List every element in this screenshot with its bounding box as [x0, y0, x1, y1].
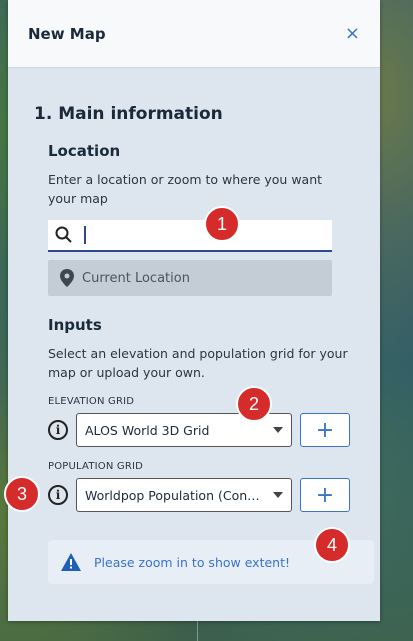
annotation-badge-3: 3	[4, 476, 40, 512]
panel-title: New Map	[28, 24, 106, 43]
elevation-info-icon[interactable]: i	[48, 420, 68, 440]
elevation-grid-label: ELEVATION GRID	[48, 396, 135, 407]
current-location-label: Current Location	[82, 270, 190, 286]
inputs-title: Inputs	[48, 316, 102, 334]
location-description: Enter a location or zoom to where you wa…	[48, 172, 323, 206]
population-grid-label: POPULATION GRID	[48, 461, 144, 472]
add-elevation-button[interactable]: +	[300, 413, 350, 447]
section-title: 1. Main information	[34, 104, 223, 124]
add-population-button[interactable]: +	[300, 478, 350, 512]
annotation-badge-1: 1	[204, 206, 240, 242]
zoom-notice-text: Please zoom in to show extent!	[94, 554, 291, 570]
elevation-grid-value: ALOS World 3D Grid	[85, 422, 210, 438]
population-info-icon[interactable]: i	[48, 485, 68, 505]
population-grid-value: Worldpop Population (Constrained)	[85, 487, 265, 503]
current-location-button[interactable]: Current Location	[48, 260, 332, 296]
panel-header: New Map ×	[8, 0, 380, 68]
location-pin-icon	[60, 269, 74, 287]
dropdown-arrow-icon	[273, 427, 283, 433]
close-button[interactable]: ×	[345, 23, 360, 44]
annotation-badge-4: 4	[314, 527, 350, 563]
warning-icon	[60, 552, 82, 572]
dropdown-arrow-icon	[273, 492, 283, 498]
location-title: Location	[48, 142, 121, 160]
population-grid-select[interactable]: Worldpop Population (Constrained)	[76, 478, 292, 512]
annotation-badge-2: 2	[236, 386, 272, 422]
inputs-description: Select an elevation and population grid …	[48, 346, 348, 380]
search-icon	[48, 226, 80, 244]
location-search-input[interactable]	[48, 220, 332, 252]
text-cursor	[84, 226, 86, 244]
